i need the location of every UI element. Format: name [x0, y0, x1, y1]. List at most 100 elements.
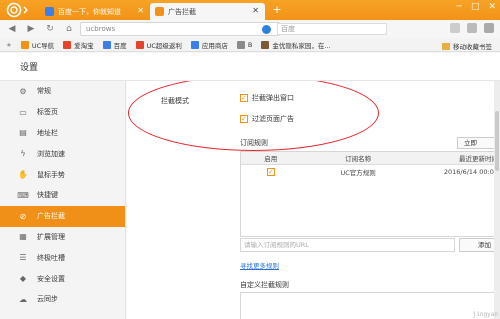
baidu-favicon-icon [45, 7, 54, 16]
bookmark-uc-nav[interactable]: UC导航 [20, 40, 55, 50]
menu-icon[interactable] [484, 23, 494, 33]
bookmark-favicon-icon [135, 40, 144, 49]
bookmark-baidu[interactable]: 百度 [102, 40, 127, 50]
sidebar-item-mouse-gestures[interactable]: ✋ 鼠标手势 [0, 164, 125, 185]
option-label: 过滤页面广告 [252, 115, 294, 123]
minimize-icon[interactable]: ─ [457, 2, 462, 12]
sidebar-item-extensions[interactable]: ▦ 扩展管理 [0, 227, 125, 248]
download-icon[interactable] [467, 23, 477, 33]
sidebar-item-address-bar[interactable]: ▤ 地址栏 [0, 123, 125, 144]
column-header: 启用 [264, 155, 278, 163]
updated-time-cell: 2016/6/14 00:01 [443, 168, 498, 176]
table-row[interactable]: ✓ UC官方规则 2016/6/14 00:01 [241, 165, 500, 179]
sidebar-item-tabs[interactable]: ▭ 标签页 [0, 102, 125, 123]
cloud-icon: ☁ [19, 294, 27, 304]
bookmark-favicon-icon [236, 40, 245, 49]
adblock-settings-panel: 拦截模式 ✓ 拦截弹出窗口 ✓ 过滤页面广告 订阅规则 立即 启用 订阅名称 最… [127, 81, 500, 319]
close-tab-icon[interactable]: ✕ [137, 6, 144, 15]
tab-adblock[interactable]: 广告拦截 ✕ [150, 3, 265, 20]
url-text: ucbrows [86, 25, 116, 33]
settings-header: 设置 [0, 53, 500, 81]
bookmark-label: 百度 [113, 41, 127, 50]
address-bar-icon: ▤ [19, 128, 27, 138]
bookmark-label: B [247, 40, 253, 49]
bookmark-fanli[interactable]: UC超级返利 [135, 40, 182, 50]
bookmark-b[interactable]: B [236, 40, 253, 49]
toolbar-icons [450, 23, 494, 33]
home-icon[interactable]: ⌂ [62, 22, 76, 36]
bookmark-favicon-icon [190, 40, 199, 49]
bookmark-favicon-icon [63, 40, 72, 49]
bookmark-label: 爱淘宝 [74, 41, 94, 50]
sidebar-item-label: 快捷键 [37, 191, 58, 200]
bookmark-label: 应用商店 [201, 41, 228, 50]
tab-baidu[interactable]: 百度一下，你就知道 ✕ [40, 3, 150, 20]
uc-browser-logo-icon[interactable] [4, 2, 34, 18]
sidebar-item-security[interactable]: ◆ 安全设置 [0, 268, 125, 289]
bookmark-privacy[interactable]: 金优隐私家园，在... [261, 40, 331, 50]
gear-icon: ⚙ [19, 86, 27, 96]
sidebar-item-label: 扩展管理 [37, 232, 65, 241]
mobile-bookmarks[interactable]: 移动收藏书签 [442, 41, 492, 51]
keyboard-icon: ⌨ [17, 190, 29, 200]
folder-icon [442, 42, 450, 50]
scrollbar[interactable] [494, 81, 500, 319]
address-bar-row: ◀ ▶ ↻ ⌂ ucbrows 百度 [0, 20, 500, 38]
option-block-popups[interactable]: ✓ 拦截弹出窗口 [240, 93, 294, 103]
url-field[interactable]: ucbrows [80, 22, 280, 36]
star-icon[interactable]: ★ [6, 41, 12, 49]
block-mode-label: 拦截模式 [161, 97, 189, 105]
option-filter-ads[interactable]: ✓ 过滤页面广告 [240, 114, 294, 124]
page-title: 设置 [20, 63, 39, 73]
bookmark-favicon-icon [102, 40, 111, 49]
adblock-favicon-icon [155, 7, 164, 16]
tab-strip: 百度一下，你就知道 ✕ 广告拦截 ✕ + ─ □ ✕ [0, 0, 500, 20]
search-engine-icon[interactable] [262, 24, 271, 34]
checkbox-filter-ads[interactable]: ✓ [240, 115, 248, 123]
table-header: 启用 订阅名称 最近更新时间 [241, 152, 500, 165]
custom-rules-textarea[interactable] [240, 292, 500, 319]
bookmarks-bar: ★ UC导航 爱淘宝 百度 UC超级返利 应用商店 B 金优隐私家园，在... … [0, 38, 500, 52]
sidebar-item-feedback[interactable]: ☰ 终极吐槽 [0, 247, 125, 268]
bookmark-label: UC超级返利 [146, 41, 182, 50]
tab-label: 广告拦截 [168, 7, 196, 16]
new-tab-icon[interactable]: + [270, 4, 284, 16]
option-label: 拦截弹出窗口 [252, 94, 294, 102]
sidebar-item-shortcuts[interactable]: ⌨ 快捷键 [0, 185, 125, 206]
close-tab-icon[interactable]: ✕ [252, 6, 259, 15]
sidebar-item-label: 常规 [37, 87, 51, 96]
forward-icon[interactable]: ▶ [24, 22, 38, 36]
sidebar-item-general[interactable]: ⚙ 常规 [0, 81, 125, 102]
subscription-url-input[interactable]: 请输入订阅规则的URL [240, 238, 455, 252]
enable-cell: ✓ [241, 168, 301, 176]
subscription-rules-label: 订阅规则 [240, 139, 268, 147]
search-input[interactable]: 百度 [277, 23, 387, 35]
bookmark-label: UC导航 [31, 41, 55, 50]
close-window-icon[interactable]: ✕ [488, 2, 496, 12]
sidebar-item-adblock[interactable]: ⊘ 广告拦截 [0, 205, 125, 227]
sidebar-item-cloud-sync[interactable]: ☁ 云同步 [0, 289, 125, 310]
rule-name-cell: UC官方规则 [340, 169, 376, 177]
refresh-icon[interactable]: ↻ [43, 22, 57, 36]
search-box[interactable]: 百度 [262, 22, 462, 36]
subscription-table: 启用 订阅名称 最近更新时间 ✓ UC官方规则 2016/6/14 00:01 [240, 151, 500, 237]
sidebar-item-acceleration[interactable]: ϟ 浏览加速 [0, 143, 125, 164]
find-more-rules-link[interactable]: 寻找更多规则 [240, 260, 279, 270]
mouse-icon: ✋ [18, 170, 28, 180]
tab-icon: ▭ [19, 107, 27, 117]
mobile-bookmarks-label: 移动收藏书签 [453, 43, 492, 51]
checkbox-enable-rule[interactable]: ✓ [266, 168, 275, 176]
lightning-icon: ϟ [20, 149, 26, 159]
checkbox-block-popups[interactable]: ✓ [240, 94, 248, 102]
back-icon[interactable]: ◀ [5, 22, 19, 36]
sidebar-item-label: 标签页 [37, 108, 58, 117]
watermark: jingyan [472, 311, 498, 318]
bookmark-favicon-icon [20, 40, 29, 49]
sidebar-item-label: 地址栏 [37, 128, 58, 137]
maximize-icon[interactable]: □ [471, 2, 480, 12]
bookmark-taobao[interactable]: 爱淘宝 [63, 40, 94, 50]
column-header: 最近更新时间 [459, 155, 498, 163]
scrollbar-thumb[interactable] [495, 111, 499, 171]
grid-icon[interactable] [450, 23, 460, 33]
bookmark-appstore[interactable]: 应用商店 [190, 40, 228, 50]
